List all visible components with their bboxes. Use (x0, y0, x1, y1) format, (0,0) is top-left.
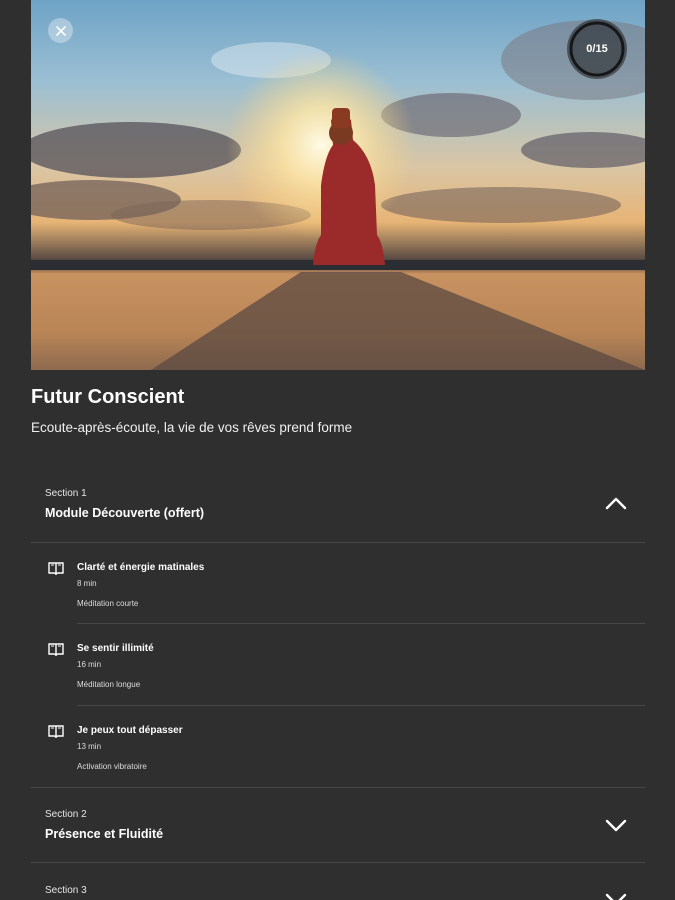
section-label: Section 3 (45, 885, 87, 896)
section-3-header[interactable]: Section 3 (31, 871, 645, 900)
chevron-up-icon[interactable] (605, 496, 627, 510)
chevron-down-icon[interactable] (605, 819, 627, 833)
progress-text: 0/15 (586, 43, 608, 55)
divider (31, 862, 645, 863)
lesson-title: Clarté et énergie matinales (77, 562, 205, 573)
lesson-type: Méditation longue (77, 680, 141, 689)
lesson-title: Se sentir illimité (77, 643, 154, 654)
section-title: Module Découverte (offert) (45, 506, 205, 520)
lesson-item[interactable]: Se sentir illimité 16 min Méditation lon… (31, 624, 645, 704)
divider (31, 787, 645, 788)
book-icon (48, 562, 64, 575)
lesson-item[interactable]: Je peux tout dépasser 13 min Activation … (31, 706, 645, 786)
course-subtitle: Ecoute-après-écoute, la vie de vos rêves… (31, 420, 353, 435)
hero-image (31, 0, 645, 370)
chevron-down-icon[interactable] (605, 893, 627, 900)
close-button[interactable] (48, 18, 73, 43)
progress-ring: 0/15 (567, 19, 627, 79)
lesson-type: Activation vibratoire (77, 762, 147, 771)
section-1-header[interactable]: Section 1 Module Découverte (offert) (31, 474, 645, 544)
lesson-item[interactable]: Clarté et énergie matinales 8 min Médita… (31, 543, 645, 623)
book-icon (48, 725, 64, 738)
section-title: Présence et Fluidité (45, 827, 164, 841)
close-icon (55, 25, 66, 36)
lesson-title: Je peux tout dépasser (77, 725, 183, 736)
course-title: Futur Conscient (31, 386, 185, 408)
section-2-header[interactable]: Section 2 Présence et Fluidité (31, 795, 645, 865)
book-icon (48, 643, 64, 656)
lesson-duration: 16 min (77, 660, 102, 669)
sunset-illustration (31, 20, 645, 370)
section-label: Section 2 (45, 809, 87, 820)
lesson-duration: 13 min (77, 742, 102, 751)
lesson-duration: 8 min (77, 579, 97, 588)
lesson-type: Méditation courte (77, 599, 139, 608)
section-label: Section 1 (45, 488, 87, 499)
